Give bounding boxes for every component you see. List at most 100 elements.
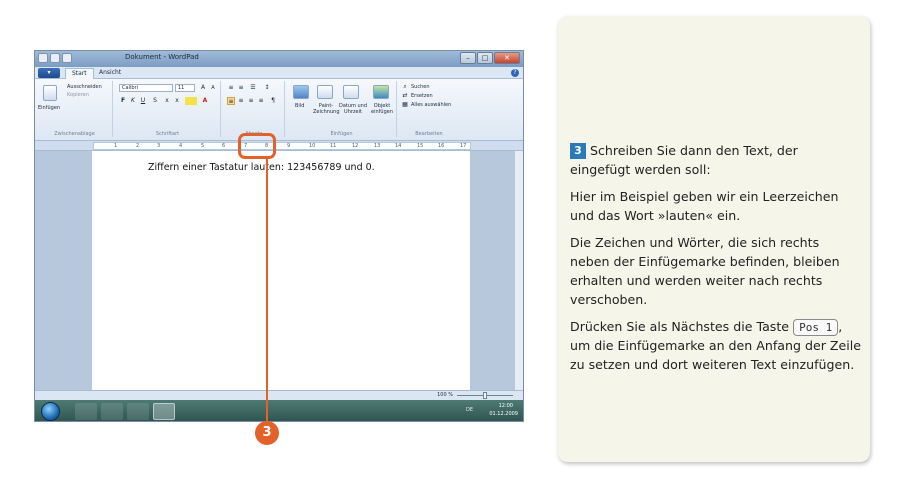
- ruler-tick-label: 4: [179, 143, 183, 149]
- font-name-dropdown[interactable]: Calibri: [119, 84, 173, 92]
- taskbar-explorer-icon[interactable]: [101, 403, 123, 420]
- ruler[interactable]: 1 2 3 4 5 6 7 8 9 10 11 12 13 14 15 16 17: [35, 141, 523, 151]
- cut-button[interactable]: Ausschneiden: [67, 84, 102, 90]
- group-insert: Bild Paint-Zeichnung Datum und Uhrzeit O…: [287, 81, 397, 137]
- zoom-slider-thumb[interactable]: [483, 392, 487, 399]
- zoom-slider[interactable]: [457, 392, 513, 399]
- app-menu-button[interactable]: ▾: [38, 68, 60, 78]
- ruler-tick-label: 5: [201, 143, 205, 149]
- picture-button[interactable]: Bild: [295, 103, 304, 109]
- instruction-panel: 3 Schreiben Sie dann den Text, der eingef…: [558, 16, 870, 462]
- taskbar-media-icon[interactable]: [127, 403, 149, 420]
- select-all-button[interactable]: Alles auswählen: [411, 102, 451, 108]
- picture-icon[interactable]: [293, 85, 309, 99]
- step-number-badge: 3: [570, 143, 586, 159]
- select-all-icon: ▦: [402, 101, 408, 108]
- ruler-tick-label: 13: [374, 143, 381, 149]
- zoom-level: 100 %: [437, 392, 453, 398]
- font-color-icon[interactable]: A: [201, 97, 209, 105]
- group-label-editing: Bearbeiten: [415, 131, 443, 137]
- ruler-tick-label: 10: [309, 143, 316, 149]
- ruler-tick-label: 15: [417, 143, 424, 149]
- group-font: Calibri 11 A A F K U S x x A Schriftart: [115, 81, 221, 137]
- subscript-icon[interactable]: x: [163, 97, 171, 105]
- instruction-text: 3 Schreiben Sie dann den Text, der eingef…: [570, 141, 862, 382]
- help-icon[interactable]: ?: [511, 69, 519, 77]
- decrease-indent-icon[interactable]: ≡: [227, 84, 235, 92]
- copy-button[interactable]: Kopieren: [67, 92, 89, 98]
- superscript-icon[interactable]: x: [173, 97, 181, 105]
- ribbon: Einfügen Ausschneiden Kopieren Zwischena…: [35, 79, 523, 141]
- document-text[interactable]: Ziffern einer Tastatur lauten: 123456789…: [148, 162, 375, 173]
- instruction-paragraph-2: Hier im Beispiel geben wir ein Leerzeich…: [570, 189, 839, 223]
- ruler-tick-label: 1: [114, 143, 118, 149]
- grow-font-icon[interactable]: A: [199, 84, 207, 92]
- window-controls: – □ ✕: [460, 52, 520, 64]
- callout-number-badge: 3: [255, 421, 279, 445]
- paint-drawing-icon[interactable]: [317, 85, 333, 99]
- ruler-tick-label: 2: [136, 143, 140, 149]
- window-title: Dokument - WordPad: [125, 53, 199, 61]
- replace-button[interactable]: Ersetzen: [411, 93, 433, 99]
- taskbar-wordpad-icon[interactable]: [153, 403, 175, 420]
- paste-button[interactable]: Einfügen: [38, 105, 60, 111]
- tab-ansicht[interactable]: Ansicht: [93, 68, 127, 79]
- quick-access-toolbar: [38, 53, 72, 65]
- language-indicator[interactable]: DE: [466, 407, 473, 413]
- ribbon-tab-bar: ▾ Start Ansicht ?: [35, 67, 523, 79]
- paint-drawing-button[interactable]: Paint-Zeichnung: [313, 103, 340, 115]
- replace-icon: ⇄: [402, 92, 408, 99]
- binoculars-icon: ⌕: [403, 83, 407, 90]
- ruler-tick-label: 6: [222, 143, 226, 149]
- ruler-tick-label: 9: [287, 143, 291, 149]
- status-bar: 100 %: [35, 390, 523, 400]
- document-page[interactable]: Ziffern einer Tastatur lauten: 123456789…: [92, 151, 470, 390]
- shrink-font-icon[interactable]: A: [209, 84, 217, 92]
- wordpad-screenshot: Dokument - WordPad – □ ✕ ▾ Start Ansicht…: [34, 50, 524, 422]
- underline-button[interactable]: U: [139, 97, 147, 105]
- instruction-paragraph-4: Drücken Sie als Nächstes die Taste Pos 1…: [570, 317, 862, 374]
- justify-icon[interactable]: ≡: [257, 97, 265, 105]
- align-center-icon[interactable]: ≡: [237, 97, 245, 105]
- find-button[interactable]: Suchen: [411, 84, 430, 90]
- insert-object-button[interactable]: Objekt einfügen: [369, 103, 395, 115]
- bold-button[interactable]: F: [119, 97, 127, 105]
- tab-start[interactable]: Start: [65, 68, 94, 79]
- ruler-tick-label: 14: [395, 143, 402, 149]
- group-label-font: Schriftart: [155, 131, 180, 137]
- key-pos1: Pos 1: [793, 319, 839, 336]
- list-icon[interactable]: ☰: [249, 84, 257, 92]
- start-button[interactable]: [41, 402, 60, 421]
- highlight-color-icon[interactable]: [185, 97, 197, 105]
- redo-icon[interactable]: [62, 53, 72, 63]
- close-button[interactable]: ✕: [494, 52, 520, 64]
- clock-time[interactable]: 12:00: [499, 403, 513, 409]
- calendar-icon[interactable]: [343, 85, 359, 99]
- group-label-clipboard: Zwischenablage: [54, 131, 95, 137]
- ruler-tick-label: 17: [460, 143, 467, 149]
- vertical-scrollbar[interactable]: [514, 151, 523, 390]
- paragraph-dialog-icon[interactable]: ¶: [269, 97, 277, 105]
- strikethrough-icon[interactable]: S: [151, 97, 159, 105]
- maximize-button[interactable]: □: [477, 52, 493, 64]
- ruler-tick-label: 11: [330, 143, 337, 149]
- undo-icon[interactable]: [50, 53, 60, 63]
- line-spacing-icon[interactable]: ↕: [263, 84, 271, 92]
- clock-date[interactable]: 01.12.2009: [489, 411, 518, 417]
- font-size-dropdown[interactable]: 11: [175, 84, 195, 92]
- paste-icon[interactable]: [43, 85, 57, 101]
- align-right-icon[interactable]: ≡: [247, 97, 255, 105]
- document-workspace: Ziffern einer Tastatur lauten: 123456789…: [35, 151, 523, 390]
- save-icon[interactable]: [38, 53, 48, 63]
- increase-indent-icon[interactable]: ≡: [237, 84, 245, 92]
- taskbar-ie-icon[interactable]: [75, 403, 97, 420]
- minimize-button[interactable]: –: [460, 52, 476, 64]
- group-editing: ⌕ Suchen ⇄ Ersetzen ▦ Alles auswählen Be…: [399, 81, 459, 137]
- object-icon[interactable]: [373, 85, 389, 99]
- datetime-button[interactable]: Datum und Uhrzeit: [339, 103, 367, 115]
- align-left-icon[interactable]: ≡: [227, 97, 235, 105]
- instruction-step: 3 Schreiben Sie dann den Text, der eingef…: [570, 141, 862, 179]
- group-paragraph: ≡ ≡ ☰ ↕ ≡ ≡ ≡ ≡ ¶ Absatz: [223, 81, 285, 137]
- ruler-tick-label: 16: [438, 143, 445, 149]
- italic-button[interactable]: K: [129, 97, 137, 105]
